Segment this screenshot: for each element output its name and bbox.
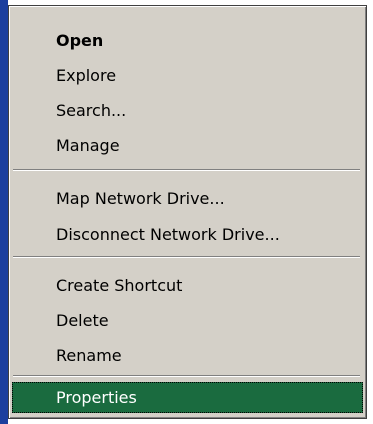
menu-item-map-network-drive[interactable]: Map Network Drive...: [12, 183, 363, 214]
menu-item-search[interactable]: Search...: [12, 95, 363, 126]
menu-separator: [13, 375, 360, 377]
context-menu: Open Explore Search... Manage Map Networ…: [8, 5, 367, 419]
menu-separator: [13, 256, 360, 258]
menu-item-properties[interactable]: Properties: [12, 382, 363, 413]
menu-item-create-shortcut[interactable]: Create Shortcut: [12, 270, 363, 301]
menu-item-delete[interactable]: Delete: [12, 305, 363, 336]
menu-item-open[interactable]: Open: [12, 25, 363, 56]
menu-item-disconnect-network-drive[interactable]: Disconnect Network Drive...: [12, 219, 363, 250]
menu-item-explore[interactable]: Explore: [12, 60, 363, 91]
menu-item-rename[interactable]: Rename: [12, 340, 363, 371]
menu-item-manage[interactable]: Manage: [12, 130, 363, 161]
window-frame-edge: [0, 0, 8, 424]
menu-separator: [13, 169, 360, 171]
